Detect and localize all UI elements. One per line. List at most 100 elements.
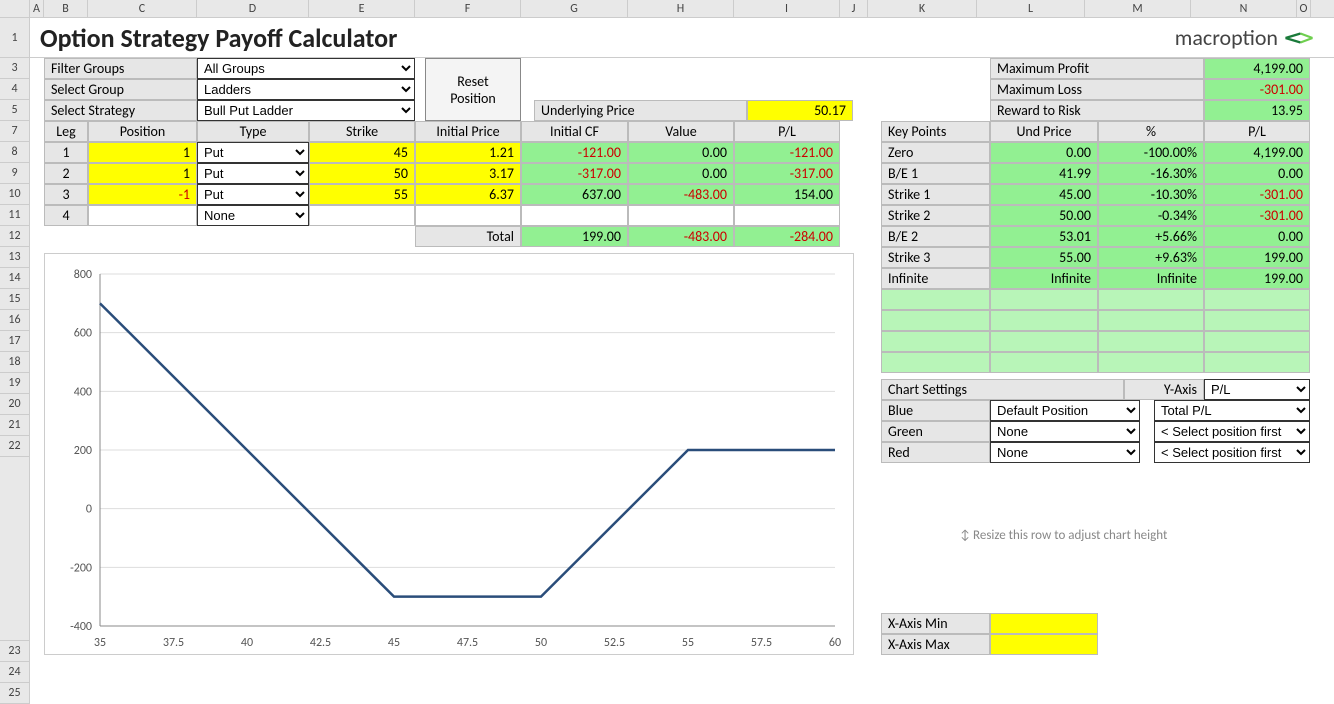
leg-type-select[interactable]: None <box>197 205 309 226</box>
total-value: -483.00 <box>628 226 734 247</box>
svg-text:42.5: 42.5 <box>310 636 331 650</box>
leg-position[interactable]: 1 <box>88 142 197 163</box>
leg-iprice[interactable]: 1.21 <box>415 142 521 163</box>
kp-pct: Infinite <box>1098 268 1204 289</box>
brand-logo: macroption <box>1175 24 1314 51</box>
kp-label: Infinite <box>881 268 990 289</box>
max-loss-label: Maximum Loss <box>990 79 1204 100</box>
kp-hdr-3: P/L <box>1204 121 1310 142</box>
leg-position[interactable]: 1 <box>88 163 197 184</box>
leg-iprice[interactable]: 3.17 <box>415 163 521 184</box>
reset-position-button[interactable]: ResetPosition <box>425 58 521 121</box>
max-profit-label: Maximum Profit <box>990 58 1204 79</box>
green-select[interactable]: None <box>990 421 1140 442</box>
kp-label: B/E 2 <box>881 226 990 247</box>
hdr-value: Value <box>628 121 734 142</box>
red-right-select[interactable]: < Select position first <box>1154 442 1310 463</box>
kp-pct: +5.66% <box>1098 226 1204 247</box>
green-label: Green <box>881 421 990 442</box>
kp-pl: 0.00 <box>1204 163 1310 184</box>
leg-icf: -317.00 <box>521 163 628 184</box>
kp-label: B/E 1 <box>881 163 990 184</box>
red-select[interactable]: None <box>990 442 1140 463</box>
leg-position[interactable]: -1 <box>88 184 197 205</box>
svg-text:-400: -400 <box>70 620 92 634</box>
leg-strike[interactable] <box>309 205 415 226</box>
svg-text:50: 50 <box>535 636 547 650</box>
leg-type-select[interactable]: Put <box>197 184 309 205</box>
leg-strike[interactable]: 45 <box>309 142 415 163</box>
svg-text:600: 600 <box>74 327 92 341</box>
filter-groups-label: Filter Groups <box>44 58 197 79</box>
kp-pl: -301.00 <box>1204 184 1310 205</box>
select-strategy-label: Select Strategy <box>44 100 197 121</box>
leg-value: -483.00 <box>628 184 734 205</box>
xmin-value[interactable] <box>990 613 1098 634</box>
blue-right-select[interactable]: Total P/L <box>1154 400 1310 421</box>
kp-hdr-0: Key Points <box>881 121 990 142</box>
hdr-position: Position <box>88 121 197 142</box>
leg-pl: -121.00 <box>734 142 840 163</box>
svg-text:57.5: 57.5 <box>751 636 772 650</box>
kp-pl: 4,199.00 <box>1204 142 1310 163</box>
column-headers: A B C D E F G H I J K L M N O <box>0 0 1334 18</box>
kp-price: 55.00 <box>990 247 1098 268</box>
kp-hdr-2: % <box>1098 121 1204 142</box>
leg-value: 0.00 <box>628 142 734 163</box>
svg-text:0: 0 <box>86 503 92 517</box>
title-row: Option Strategy Payoff Calculator macrop… <box>30 18 1334 58</box>
svg-text:200: 200 <box>74 444 92 458</box>
svg-text:47.5: 47.5 <box>457 636 478 650</box>
kp-label: Strike 2 <box>881 205 990 226</box>
underlying-price-value[interactable]: 50.17 <box>747 100 853 121</box>
leg-type-select[interactable]: Put <box>197 142 309 163</box>
kp-price: 53.01 <box>990 226 1098 247</box>
leg-number: 3 <box>44 184 88 205</box>
hdr-pl: P/L <box>734 121 840 142</box>
total-pl: -284.00 <box>734 226 840 247</box>
filter-groups-select[interactable]: All Groups <box>197 58 415 79</box>
yaxis-select[interactable]: P/L <box>1204 379 1310 400</box>
leg-pl <box>734 205 840 226</box>
leg-iprice[interactable]: 6.37 <box>415 184 521 205</box>
svg-text:45: 45 <box>388 636 400 650</box>
green-right-select[interactable]: < Select position first <box>1154 421 1310 442</box>
kp-label: Strike 1 <box>881 184 990 205</box>
kp-pl: 199.00 <box>1204 268 1310 289</box>
leg-strike[interactable]: 55 <box>309 184 415 205</box>
yaxis-label: Y-Axis <box>1124 379 1204 400</box>
svg-text:400: 400 <box>74 385 92 399</box>
blue-label: Blue <box>881 400 990 421</box>
kp-hdr-1: Und Price <box>990 121 1098 142</box>
leg-pl: -317.00 <box>734 163 840 184</box>
leg-icf <box>521 205 628 226</box>
svg-text:40: 40 <box>241 636 253 650</box>
kp-price: Infinite <box>990 268 1098 289</box>
hdr-iprice: Initial Price <box>415 121 521 142</box>
red-label: Red <box>881 442 990 463</box>
leg-number: 2 <box>44 163 88 184</box>
kp-pl: 199.00 <box>1204 247 1310 268</box>
xmax-label: X-Axis Max <box>881 634 990 655</box>
leg-icf: -121.00 <box>521 142 628 163</box>
kp-pct: +9.63% <box>1098 247 1204 268</box>
leg-type-select[interactable]: Put <box>197 163 309 184</box>
leg-position[interactable] <box>88 205 197 226</box>
leg-strike[interactable]: 50 <box>309 163 415 184</box>
hdr-strike: Strike <box>309 121 415 142</box>
select-strategy-select[interactable]: Bull Put Ladder <box>197 100 415 121</box>
kp-pct: -10.30% <box>1098 184 1204 205</box>
xmax-value[interactable] <box>990 634 1098 655</box>
select-group-select[interactable]: Ladders <box>197 79 415 100</box>
page-title: Option Strategy Payoff Calculator <box>40 22 397 54</box>
leg-iprice[interactable] <box>415 205 521 226</box>
leg-icf: 637.00 <box>521 184 628 205</box>
hdr-icf: Initial CF <box>521 121 628 142</box>
resize-hint: ↕ Resize this row to adjust chart height <box>960 528 1167 543</box>
svg-text:60: 60 <box>829 636 841 650</box>
blue-select[interactable]: Default Position <box>990 400 1140 421</box>
kp-price: 41.99 <box>990 163 1098 184</box>
select-group-label: Select Group <box>44 79 197 100</box>
svg-text:35: 35 <box>94 636 106 650</box>
xmin-label: X-Axis Min <box>881 613 990 634</box>
